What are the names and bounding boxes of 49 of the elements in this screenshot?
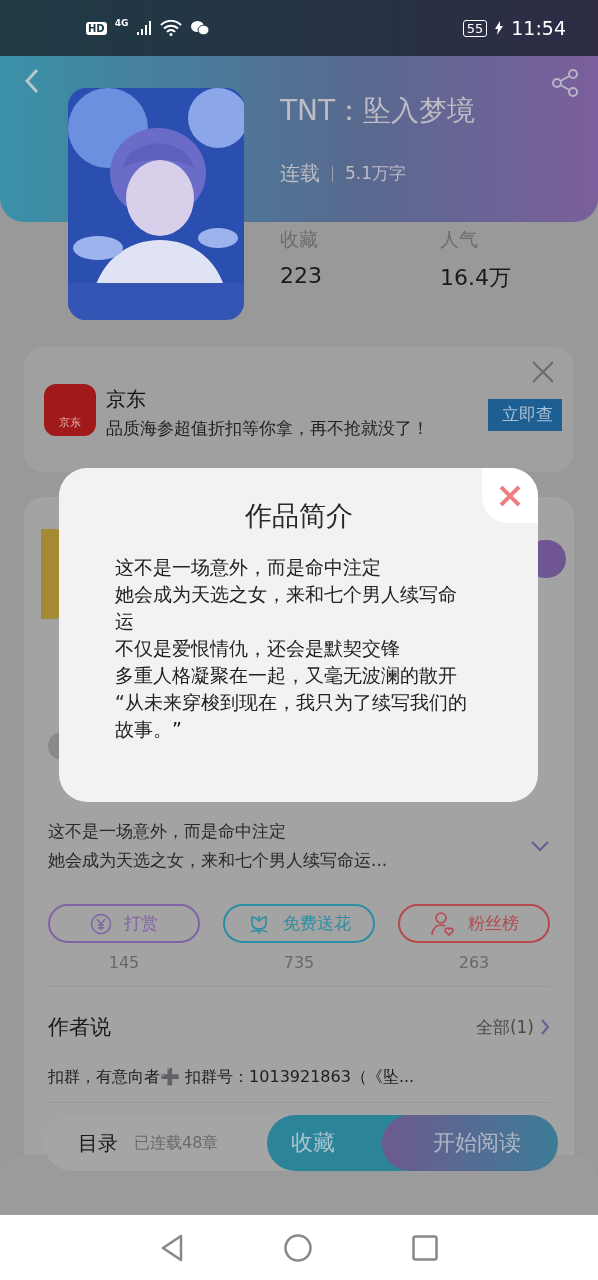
word-count: 5.1万字 bbox=[345, 162, 407, 185]
clock-time: 11:54 bbox=[511, 17, 566, 39]
view-now-button[interactable]: 立即查 bbox=[488, 398, 562, 431]
close-button[interactable] bbox=[482, 468, 538, 523]
dialog-text: “从未来穿梭到现在，我只为了续写我们的故事。” bbox=[115, 690, 468, 742]
dialog-text: 多重人格凝聚在一起，又毫无波澜的散开 bbox=[115, 663, 458, 688]
close-icon[interactable] bbox=[532, 361, 554, 383]
back-icon[interactable] bbox=[24, 68, 40, 94]
serial-status: 连载 bbox=[280, 160, 320, 187]
back-nav-icon[interactable] bbox=[160, 1233, 184, 1262]
network-label: 4G bbox=[114, 18, 129, 28]
chevron-down-icon[interactable] bbox=[530, 840, 550, 852]
author-note: 扣群，有意向者➕ 扣群号：1013921863（《坠... bbox=[48, 1067, 550, 1103]
chevron-right-icon bbox=[540, 1018, 550, 1036]
dialog-title: 作品简介 bbox=[244, 499, 353, 533]
dialog-text: 不仅是爱恨情仇，还会是默契交锋 bbox=[115, 636, 401, 661]
action-count: 263 bbox=[458, 953, 490, 972]
home-nav-icon[interactable] bbox=[284, 1233, 312, 1262]
start-reading-button[interactable]: 开始阅读 bbox=[382, 1115, 558, 1171]
ad-title: 京东 bbox=[106, 385, 147, 413]
ad-description: 品质海参超值折扣等你拿，再不抢就没了！ bbox=[106, 416, 430, 440]
chat-icon bbox=[190, 20, 211, 36]
section-title: 作者说 bbox=[48, 1014, 111, 1041]
stat-value: 223 bbox=[280, 263, 323, 288]
action-button[interactable]: 粉丝榜 bbox=[398, 904, 550, 943]
recents-nav-icon[interactable] bbox=[412, 1234, 438, 1261]
book-title: TNT：坠入梦境 bbox=[280, 93, 477, 129]
close-icon bbox=[498, 483, 522, 508]
wifi-icon bbox=[160, 20, 183, 36]
action-button[interactable]: 免费送花 bbox=[223, 904, 375, 943]
action-count: 145 bbox=[108, 953, 140, 972]
signal-icon bbox=[136, 20, 153, 36]
intro-text: 她会成为天选之女，来和七个男人续写命运... bbox=[48, 849, 389, 872]
stat-value: 16.4万 bbox=[440, 264, 512, 292]
yen-icon bbox=[90, 912, 112, 935]
dialog-text: 她会成为天选之女，来和七个男人续写命运 bbox=[115, 582, 458, 634]
intro-text: 这不是一场意外，而是命中注定 bbox=[48, 820, 287, 843]
charging-icon bbox=[495, 21, 504, 35]
action-button[interactable]: 打赏 bbox=[48, 904, 200, 943]
share-icon[interactable] bbox=[550, 68, 580, 98]
action-count: 735 bbox=[283, 953, 315, 972]
catalog-link[interactable]: 目录 bbox=[78, 1129, 118, 1157]
chapter-count: 已连载48章 bbox=[134, 1132, 219, 1154]
hd-icon: HD bbox=[86, 21, 107, 35]
battery-level: 55 bbox=[462, 19, 488, 37]
all-link[interactable]: 全部(1) bbox=[475, 1015, 550, 1039]
person-heart-icon bbox=[429, 910, 456, 937]
dialog-text: 这不是一场意外，而是命中注定 bbox=[115, 555, 382, 580]
app-logo: 京东 bbox=[44, 383, 96, 436]
